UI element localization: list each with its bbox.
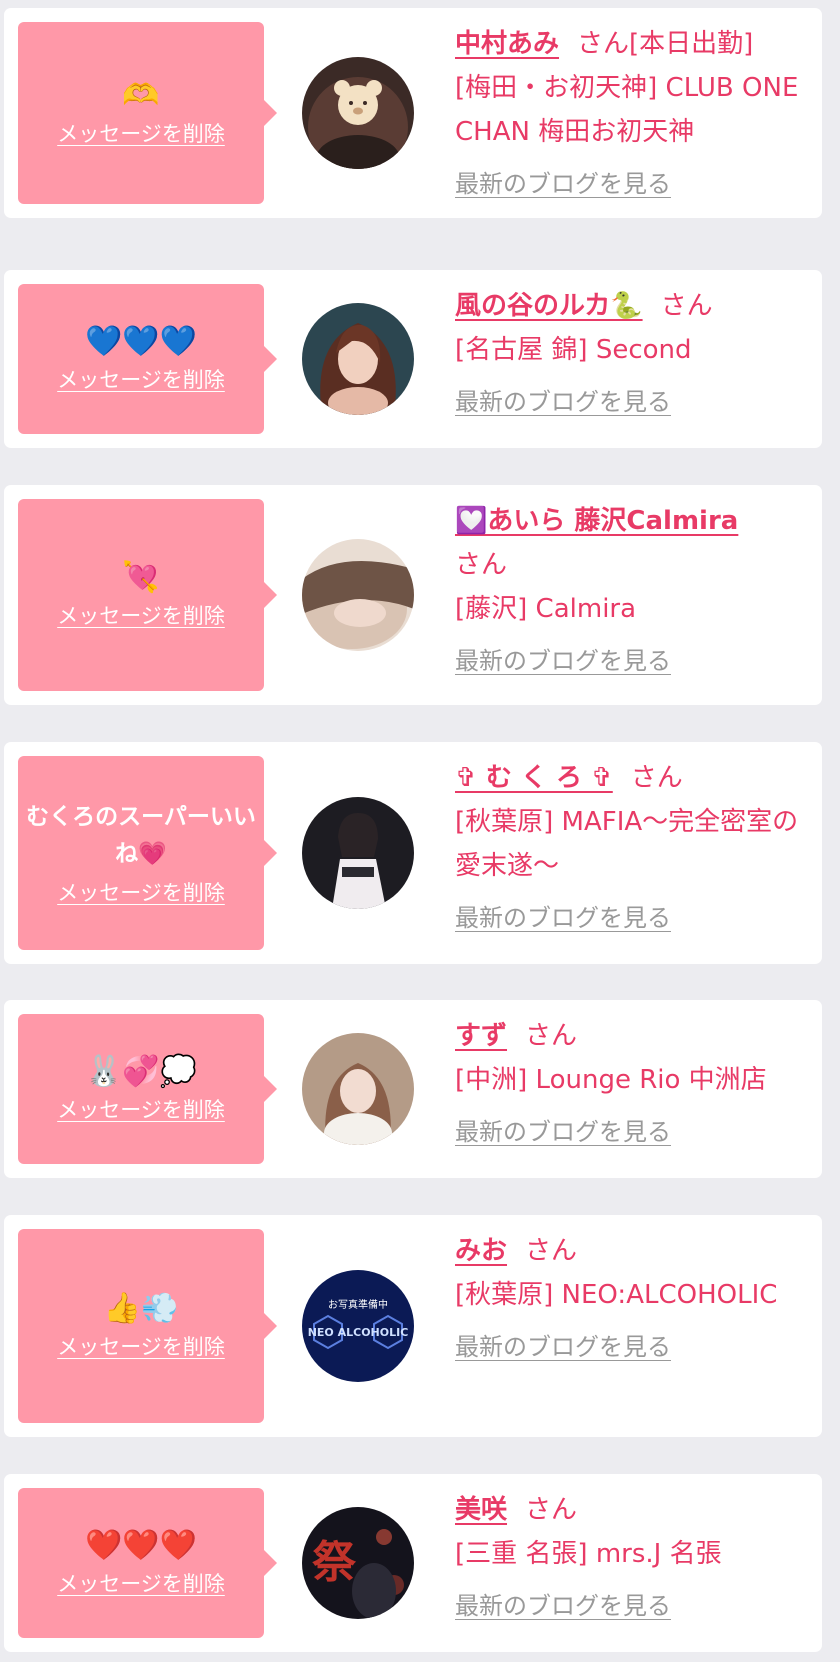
reaction-bubble: 🐰💞💭 メッセージを削除 (18, 1014, 277, 1164)
honorific: さん (630, 763, 683, 793)
avatar[interactable] (302, 1033, 414, 1145)
message-card: ❤️❤️❤️ メッセージを削除 祭 美咲 さん [三重 名張] mrs.J 名張 … (4, 1474, 822, 1652)
message-card: 🐰💞💭 メッセージを削除 すず さん [中洲] Lounge Rio 中洲店 最新… (4, 1000, 822, 1178)
delete-message-link[interactable]: メッセージを削除 (57, 877, 225, 907)
blog-link[interactable]: 最新のブログを見る (455, 162, 671, 206)
reaction-bubble: 💙💙💙 メッセージを削除 (18, 284, 277, 434)
message-card: 💙💙💙 メッセージを削除 風の谷のルカ🐍 さん [名古屋 錦] Second 最新… (4, 270, 822, 448)
reaction-emoji: 💘 (122, 560, 160, 595)
shop-info: [秋葉原] MAFIA〜完全密室の愛末遂〜 (455, 807, 799, 881)
reaction-emoji: 🐰💞💭 (84, 1054, 198, 1089)
message-info: 美咲 さん [三重 名張] mrs.J 名張 最新のブログを見る (455, 1488, 808, 1628)
avatar-kanji: 祭 (312, 1537, 357, 1588)
reaction-emoji: 👍💨 (103, 1291, 179, 1326)
avatar[interactable] (302, 303, 414, 415)
blog-link[interactable]: 最新のブログを見る (455, 380, 671, 424)
blog-link[interactable]: 最新のブログを見る (455, 896, 671, 940)
honorific: さん (525, 1236, 578, 1266)
message-card: 💘 メッセージを削除 💟あいら 藤沢Calmira さん [藤沢] Calmir… (4, 485, 822, 705)
honorific: さん (577, 29, 630, 59)
delete-message-link[interactable]: メッセージを削除 (57, 600, 225, 630)
sender-name-link[interactable]: 風の谷のルカ🐍 (455, 291, 643, 321)
blog-link[interactable]: 最新のブログを見る (455, 1584, 671, 1628)
avatar-caption: お写真準備中 (328, 1298, 388, 1311)
honorific: さん (660, 291, 713, 321)
delete-message-link[interactable]: メッセージを削除 (57, 1094, 225, 1124)
message-list: 🫶 メッセージを削除 中村あみ さん[本日出勤] [梅田・お初天神] CLUB O… (0, 0, 840, 1662)
shop-info: [藤沢] Calmira (455, 594, 637, 624)
reaction-bubble: むくろのスーパーいいね💗 メッセージを削除 (18, 756, 277, 950)
shop-info: [中洲] Lounge Rio 中洲店 (455, 1065, 767, 1095)
honorific: さん (455, 550, 508, 580)
message-info: みお さん [秋葉原] NEO:ALCOHOLIC 最新のブログを見る (455, 1229, 808, 1369)
sender-name-link[interactable]: ✞ む く ろ ✞ (455, 763, 613, 793)
sender-name-link[interactable]: みお (455, 1236, 507, 1266)
avatar-logo: NEO ALCOHOLIC (308, 1326, 409, 1339)
blog-link[interactable]: 最新のブログを見る (455, 1325, 671, 1369)
blog-link[interactable]: 最新のブログを見る (455, 1110, 671, 1154)
sender-name-link[interactable]: 中村あみ (455, 29, 559, 59)
shop-info: [秋葉原] NEO:ALCOHOLIC (455, 1280, 778, 1310)
sender-name-link[interactable]: 美咲 (455, 1495, 507, 1525)
avatar[interactable]: お写真準備中 NEO ALCOHOLIC (302, 1270, 414, 1382)
blog-link[interactable]: 最新のブログを見る (455, 639, 671, 683)
avatar[interactable] (302, 539, 414, 651)
delete-message-link[interactable]: メッセージを削除 (57, 118, 225, 148)
honorific: さん (525, 1021, 578, 1051)
avatar[interactable] (302, 797, 414, 909)
reaction-bubble: ❤️❤️❤️ メッセージを削除 (18, 1488, 277, 1638)
message-info: ✞ む く ろ ✞ さん [秋葉原] MAFIA〜完全密室の愛末遂〜 最新のブログ… (455, 756, 808, 940)
message-card: むくろのスーパーいいね💗 メッセージを削除 ✞ む く ろ ✞ さん [秋葉原] … (4, 742, 822, 964)
shop-info: [梅田・お初天神] CLUB ONE CHAN 梅田お初天神 (455, 73, 799, 147)
message-info: 風の谷のルカ🐍 さん [名古屋 錦] Second 最新のブログを見る (455, 284, 808, 424)
reaction-bubble: 🫶 メッセージを削除 (18, 22, 277, 204)
reaction-bubble: 👍💨 メッセージを削除 (18, 1229, 277, 1423)
delete-message-link[interactable]: メッセージを削除 (57, 364, 225, 394)
reaction-emoji: 🫶 (122, 78, 160, 113)
shop-info: [名古屋 錦] Second (455, 335, 692, 365)
reaction-bubble: 💘 メッセージを削除 (18, 499, 277, 691)
delete-message-link[interactable]: メッセージを削除 (57, 1568, 225, 1598)
shop-info: [三重 名張] mrs.J 名張 (455, 1539, 722, 1569)
reaction-text: むくろのスーパーいいね💗 (26, 804, 256, 867)
sender-name-link[interactable]: 💟あいら 藤沢Calmira (455, 506, 738, 536)
message-info: すず さん [中洲] Lounge Rio 中洲店 最新のブログを見る (455, 1014, 808, 1154)
avatar[interactable] (302, 57, 414, 169)
message-info: 中村あみ さん[本日出勤] [梅田・お初天神] CLUB ONE CHAN 梅田お… (455, 22, 808, 206)
message-card: 🫶 メッセージを削除 中村あみ さん[本日出勤] [梅田・お初天神] CLUB O… (4, 8, 822, 218)
reaction-emoji: 💙💙💙 (84, 324, 198, 359)
sender-name-link[interactable]: すず (455, 1021, 507, 1051)
delete-message-link[interactable]: メッセージを削除 (57, 1331, 225, 1361)
message-card: 👍💨 メッセージを削除 お写真準備中 NEO ALCOHOLIC みお さん [秋… (4, 1215, 822, 1437)
message-info: 💟あいら 藤沢Calmira さん [藤沢] Calmira 最新のブログを見る (455, 499, 808, 683)
avatar[interactable]: 祭 (302, 1507, 414, 1619)
reaction-emoji: ❤️❤️❤️ (84, 1528, 198, 1563)
status-text: [本日出勤] (629, 29, 754, 59)
honorific: さん (525, 1495, 578, 1525)
